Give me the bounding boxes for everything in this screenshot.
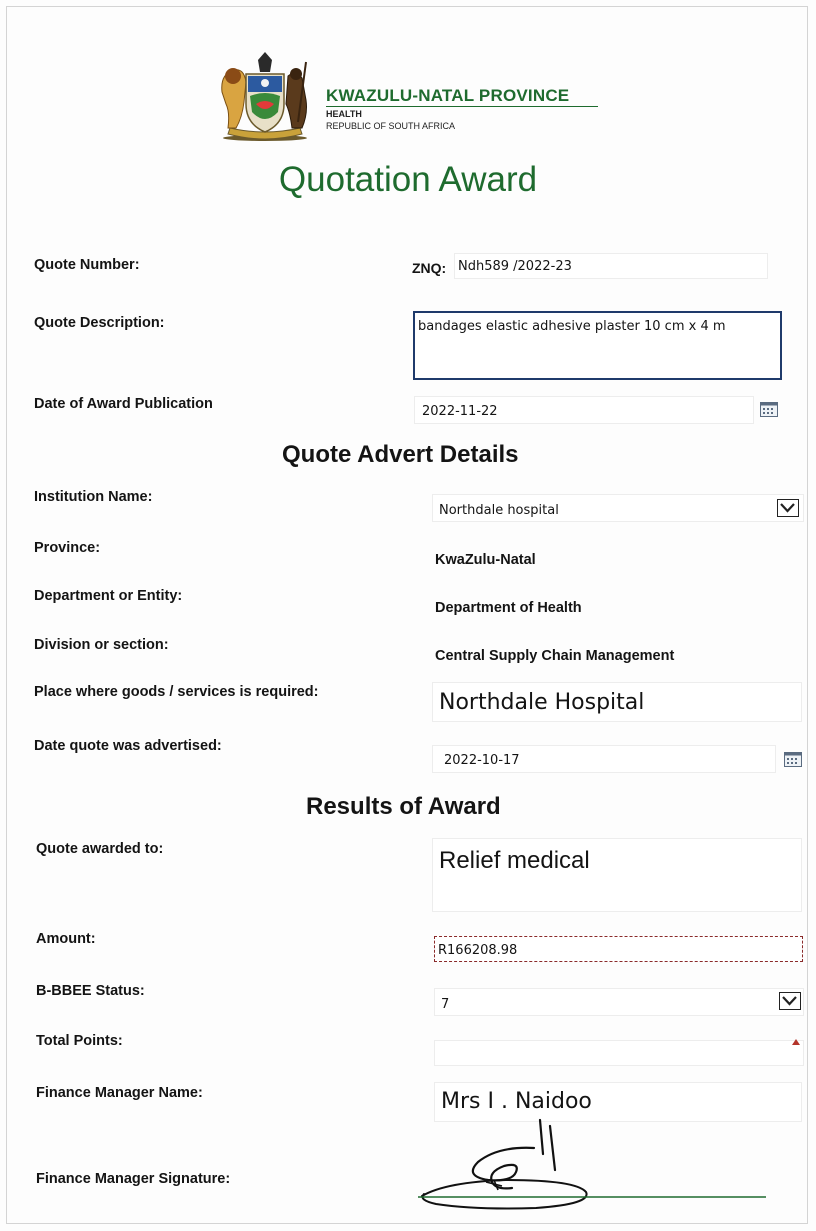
awarded-value: Relief medical [439, 847, 590, 874]
quote-number-label: Quote Number: [34, 257, 140, 273]
award-date-label: Date of Award Publication [34, 396, 213, 412]
header-rule [326, 106, 598, 107]
chevron-down-icon[interactable] [779, 992, 801, 1010]
institution-value: Northdale hospital [439, 503, 559, 518]
signature-label: Finance Manager Signature: [36, 1171, 231, 1187]
awarded-field[interactable]: Relief medical [432, 838, 802, 912]
awarded-label: Quote awarded to: [36, 841, 164, 857]
required-marker-icon [791, 1033, 801, 1051]
province-label: Province: [34, 540, 101, 556]
calendar-icon[interactable] [760, 401, 778, 417]
calendar-icon[interactable] [784, 751, 802, 767]
quote-number-field[interactable]: Ndh589 /2022-23 [454, 253, 768, 279]
award-date-value: 2022-11-22 [422, 404, 498, 419]
department-value: Department of Health [435, 600, 582, 616]
quote-number-value: Ndh589 /2022-23 [458, 259, 572, 274]
division-label: Division or section: [34, 637, 169, 653]
points-field[interactable] [434, 1040, 804, 1066]
bbbee-select[interactable]: 7 [434, 988, 804, 1016]
bbbee-label: B-BBEE Status: [36, 983, 145, 999]
bbbee-value: 7 [441, 997, 450, 1012]
quote-description-label: Quote Description: [34, 315, 165, 331]
manager-label: Finance Manager Name: [36, 1085, 203, 1101]
handwritten-signature [418, 1118, 766, 1210]
quote-description-value: bandages elastic adhesive plaster 10 cm … [418, 319, 726, 334]
department-name: HEALTH [326, 109, 362, 119]
quote-number-prefix: ZNQ: [412, 260, 447, 276]
coat-of-arms-icon [214, 52, 316, 142]
place-label: Place where goods / services is required… [34, 684, 319, 700]
advertised-date-value: 2022-10-17 [444, 753, 520, 768]
results-heading: Results of Award [306, 793, 501, 820]
country-name: REPUBLIC OF SOUTH AFRICA [326, 121, 456, 131]
place-field[interactable]: Northdale Hospital [432, 682, 802, 722]
institution-label: Institution Name: [34, 489, 153, 505]
advert-heading: Quote Advert Details [282, 441, 519, 468]
points-label: Total Points: [36, 1033, 123, 1049]
form-title: Quotation Award [278, 160, 538, 199]
advertised-label: Date quote was advertised: [34, 738, 222, 754]
province-title: KWAZULU-NATAL PROVINCE [326, 86, 570, 105]
province-value: KwaZulu-Natal [435, 552, 536, 568]
amount-label: Amount: [36, 931, 96, 947]
division-value: Central Supply Chain Management [435, 648, 675, 664]
advertised-date-field[interactable]: 2022-10-17 [432, 745, 776, 773]
award-date-field[interactable]: 2022-11-22 [414, 396, 754, 424]
quote-description-field[interactable]: bandages elastic adhesive plaster 10 cm … [413, 311, 782, 380]
amount-value: R166208.98 [438, 943, 518, 958]
place-value: Northdale Hospital [439, 690, 645, 715]
chevron-down-icon[interactable] [777, 499, 799, 517]
institution-select[interactable]: Northdale hospital [432, 494, 804, 522]
department-label: Department or Entity: [34, 588, 183, 604]
signature-field[interactable] [416, 1110, 772, 1220]
amount-field[interactable]: R166208.98 [434, 936, 803, 962]
